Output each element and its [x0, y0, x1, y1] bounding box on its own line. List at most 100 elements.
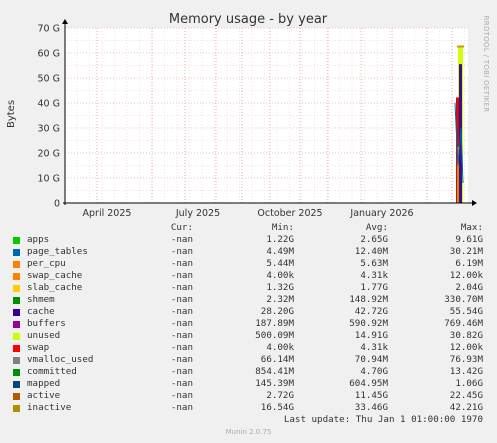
x-tick-label: July 2025	[175, 208, 220, 219]
legend-cur: -nan	[170, 258, 193, 269]
header-avg: Avg:	[365, 222, 388, 233]
legend-max: 2.04G	[455, 282, 483, 293]
legend-row: buffers -nan 187.89M 590.92M 769.46M	[0, 318, 497, 330]
legend-min: 187.89M	[255, 318, 294, 329]
legend-max: 12.00k	[449, 342, 483, 353]
legend-min: 28.20G	[260, 306, 294, 317]
legend-name: inactive	[27, 402, 72, 413]
legend-row: apps -nan 1.22G 2.65G 9.61G	[0, 234, 497, 246]
legend-max: 55.54G	[449, 306, 483, 317]
legend-avg: 14.91G	[354, 330, 388, 341]
y-tick-label: 60 G	[38, 49, 60, 60]
legend-cur: -nan	[170, 354, 193, 365]
legend-cur: -nan	[170, 318, 193, 329]
legend-cur: -nan	[170, 378, 193, 389]
legend-min: 854.41M	[255, 366, 294, 377]
legend-swatch	[13, 404, 20, 412]
legend-swatch	[13, 380, 20, 388]
legend-header: Cur: Min: Avg: Max:	[0, 222, 497, 234]
legend-max: 42.21G	[449, 402, 483, 413]
y-tick-label: 0	[54, 199, 60, 210]
legend-row: slab_cache -nan 1.32G 1.77G 2.04G	[0, 282, 497, 294]
legend-swatch	[13, 392, 20, 400]
legend-min: 4.00k	[266, 342, 294, 353]
legend-swatch	[13, 260, 20, 268]
legend-cur: -nan	[170, 330, 193, 341]
legend-swatch	[13, 368, 20, 376]
legend-name: page_tables	[27, 246, 88, 257]
legend-max: 9.61G	[455, 234, 483, 245]
legend-swatch	[13, 284, 20, 292]
x-tick-labels: April 2025 July 2025 October 2025 January 2…	[83, 208, 414, 219]
last-update: Last update: Thu Jan 1 01:00:00 1970	[283, 414, 483, 425]
legend-name: mapped	[27, 378, 61, 389]
x-tick-label: April 2025	[83, 208, 132, 219]
legend-cur: -nan	[170, 366, 193, 377]
chart-title: Memory usage - by year	[169, 12, 328, 27]
legend-row: swap_cache -nan 4.00k 4.31k 12.00k	[0, 270, 497, 282]
legend-min: 66.14M	[260, 354, 294, 365]
legend-swatch	[13, 320, 20, 328]
x-tick-label: October 2025	[257, 208, 322, 219]
legend-avg: 590.92M	[349, 318, 388, 329]
legend-name: committed	[27, 366, 77, 377]
legend-swatch	[13, 356, 20, 364]
header-min: Min:	[271, 222, 294, 233]
legend-avg: 5.63M	[360, 258, 388, 269]
y-tick-label: 20 G	[38, 149, 60, 160]
legend-row: inactive -nan 16.54G 33.46G 42.21G	[0, 402, 497, 414]
legend-name: shmem	[27, 294, 55, 305]
header-max: Max:	[460, 222, 483, 233]
legend-max: 76.93M	[449, 354, 483, 365]
legend-max: 12.00k	[449, 270, 483, 281]
legend-swatch	[13, 236, 20, 244]
legend-cur: -nan	[170, 234, 193, 245]
legend-name: vmalloc_used	[27, 354, 94, 365]
legend-row: page_tables -nan 4.49M 12.40M 30.21M	[0, 246, 497, 258]
legend-row: active -nan 2.72G 11.45G 22.45G	[0, 390, 497, 402]
legend-avg: 2.65G	[360, 234, 388, 245]
legend-name: buffers	[27, 318, 66, 329]
legend-name: swap	[27, 342, 50, 353]
legend-avg: 70.94M	[354, 354, 388, 365]
legend-min: 1.32G	[266, 282, 294, 293]
legend-name: swap_cache	[27, 270, 83, 281]
legend-cur: -nan	[170, 294, 193, 305]
legend-max: 22.45G	[449, 390, 483, 401]
legend-swatch	[13, 296, 20, 304]
legend-avg: 42.72G	[354, 306, 388, 317]
legend-avg: 33.46G	[354, 402, 388, 413]
legend-rows: apps -nan 1.22G 2.65G 9.61G page_tables -nan 4.…	[0, 234, 497, 414]
legend-min: 5.44M	[266, 258, 294, 269]
legend-avg: 604.95M	[349, 378, 388, 389]
legend-swatch	[13, 332, 20, 340]
legend-cur: -nan	[170, 306, 193, 317]
legend-table: Cur: Min: Avg: Max: apps -nan 1.22G 2.65G 9.…	[0, 222, 497, 414]
legend-avg: 4.70G	[360, 366, 388, 377]
legend-max: 30.82G	[449, 330, 483, 341]
y-axis-label: Bytes	[6, 100, 17, 128]
legend-cur: -nan	[170, 246, 193, 257]
legend-swatch	[13, 272, 20, 280]
legend-name: slab_cache	[27, 282, 83, 293]
legend-row: mapped -nan 145.39M 604.95M 1.06G	[0, 378, 497, 390]
legend-cur: -nan	[170, 282, 193, 293]
legend-swatch	[13, 344, 20, 352]
legend-cur: -nan	[170, 402, 193, 413]
legend-min: 2.32M	[266, 294, 294, 305]
legend-avg: 11.45G	[354, 390, 388, 401]
legend-avg: 4.31k	[360, 342, 388, 353]
rrdtool-side-label: RRDTOOL / TOBI OETIKER	[482, 16, 490, 113]
legend-min: 4.00k	[266, 270, 294, 281]
legend-row: committed -nan 854.41M 4.70G 13.42G	[0, 366, 497, 378]
x-axis-arrow	[472, 200, 477, 206]
legend-row: vmalloc_used -nan 66.14M 70.94M 76.93M	[0, 354, 497, 366]
legend-avg: 12.40M	[354, 246, 388, 257]
y-tick-label: 30 G	[38, 124, 60, 135]
memory-chart: Memory usage - by year Bytes RRDTOOL / T…	[6, 12, 490, 219]
legend-max: 30.21M	[449, 246, 483, 257]
y-axis-arrow	[62, 19, 68, 24]
y-tick-labels: 0 10 G 20 G 30 G 40 G 50 G 60 G 70 G	[38, 24, 60, 210]
legend-name: per_cpu	[27, 258, 66, 269]
legend-max: 330.70M	[444, 294, 483, 305]
